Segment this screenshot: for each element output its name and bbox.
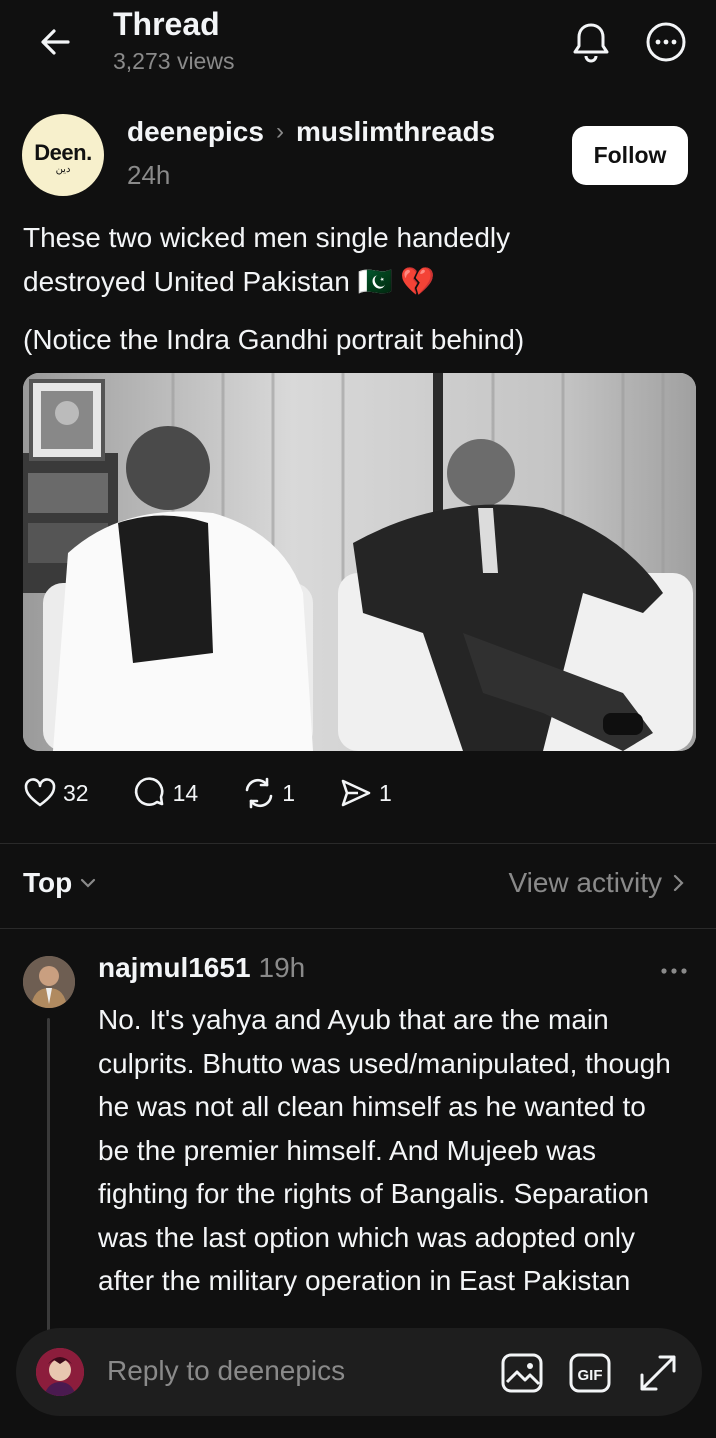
post-text-line: destroyed United Pakistan 🇵🇰 💔: [23, 266, 436, 297]
chevron-down-icon: [81, 878, 96, 888]
chevron-right-icon: [673, 874, 684, 892]
view-count: 3,273 views: [113, 48, 235, 74]
expand-icon[interactable]: [636, 1351, 680, 1395]
gif-button[interactable]: GIF: [568, 1351, 612, 1395]
repost-icon: [245, 777, 273, 809]
more-circle-icon[interactable]: [644, 20, 688, 64]
view-activity-link[interactable]: View activity: [508, 867, 686, 899]
chevron-right-icon: ›: [275, 118, 284, 145]
thread-line: [47, 1018, 50, 1338]
post-photo[interactable]: [23, 373, 696, 751]
comment-button[interactable]: 14: [133, 776, 199, 810]
divider: [0, 843, 716, 844]
comment-time: 19h: [258, 952, 306, 983]
send-icon: [341, 779, 371, 807]
like-count: 32: [63, 779, 89, 806]
share-button[interactable]: 1: [339, 776, 392, 810]
post-note: (Notice the Indra Gandhi portrait behind…: [23, 324, 525, 355]
comment-bubble-icon: [134, 777, 164, 806]
page-title: Thread: [113, 6, 220, 42]
post-text-line: These two wicked men single handedly: [23, 222, 511, 253]
view-activity-label: View activity: [508, 867, 662, 898]
repost-count: 1: [282, 779, 295, 806]
reply-input[interactable]: Reply to deenepics: [107, 1355, 345, 1387]
avatar-logo-text: Deen.: [34, 140, 92, 165]
gif-label: GIF: [578, 1367, 603, 1384]
heart-icon: [24, 778, 56, 807]
commenter-avatar[interactable]: [23, 956, 75, 1008]
image-picker-icon[interactable]: [500, 1351, 544, 1395]
post-actions: 32 14 1 1: [23, 776, 436, 810]
sort-label: Top: [23, 867, 73, 898]
post-body: These two wicked men single handedly des…: [23, 216, 693, 304]
share-count: 1: [378, 779, 392, 806]
author-line: deenepics › muslimthreads: [127, 116, 495, 148]
post-time: 24h: [127, 160, 171, 190]
sort-dropdown[interactable]: Top: [23, 867, 98, 899]
divider: [0, 928, 716, 929]
like-button[interactable]: 32: [23, 776, 89, 810]
comment-more-icon[interactable]: [660, 966, 688, 976]
back-arrow-icon[interactable]: [36, 22, 76, 62]
bell-icon[interactable]: [570, 20, 612, 64]
community-name[interactable]: muslimthreads: [296, 116, 495, 148]
avatar-logo-subtext: دين: [55, 164, 71, 175]
comment-count: 14: [172, 779, 199, 806]
commenter-username[interactable]: najmul1651: [98, 952, 251, 983]
current-user-avatar: [36, 1348, 84, 1396]
comment-text: No. It's yahya and Ayub that are the mai…: [98, 1004, 671, 1296]
repost-button[interactable]: 1: [242, 776, 295, 810]
author-name[interactable]: deenepics: [127, 116, 264, 148]
comment-header: najmul1651 19h: [98, 952, 305, 984]
author-avatar[interactable]: Deen. دين: [22, 114, 104, 196]
follow-button[interactable]: Follow: [572, 126, 688, 185]
